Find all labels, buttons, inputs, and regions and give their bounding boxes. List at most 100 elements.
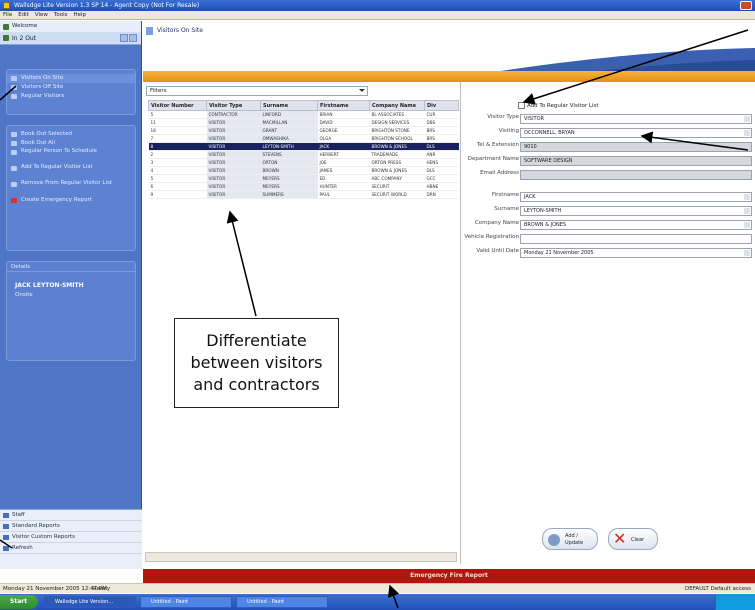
field-input[interactable]: JACK [520, 192, 752, 202]
sidebar-item-label: Welcome [12, 23, 38, 29]
table-row[interactable]: 3 VISITOR ORTON JOE ORTON PRESS HENS [148, 158, 459, 167]
table-cell: MACMILLAN [260, 118, 318, 127]
forward-button[interactable] [129, 34, 137, 42]
table-cell: GEORGE [317, 126, 370, 135]
column-header[interactable]: Firstname [317, 100, 370, 111]
start-button[interactable]: Start [0, 595, 38, 609]
sidebar-item-in-out[interactable]: In 2 Out [0, 32, 141, 45]
close-window-button[interactable] [740, 1, 752, 10]
table-cell: 5 [148, 174, 207, 183]
create-emergency-report-link[interactable]: Create Emergency Report [7, 196, 135, 205]
back-button[interactable] [120, 34, 128, 42]
horizontal-scrollbar[interactable] [145, 552, 457, 562]
form-row: Valid Until Date Monday 21 November 2005 [462, 248, 755, 258]
link-label: Visitors Off Site [21, 84, 64, 90]
column-header[interactable]: Visitor Number [148, 100, 207, 111]
table-header-row: Visitor Number Visitor Type Surname Firstna… [148, 100, 459, 111]
checkbox-box[interactable] [518, 102, 525, 109]
sidebar-item-custom-reports[interactable]: Visitor Custom Reports [0, 532, 142, 543]
table-row[interactable]: 7 VISITOR OMWASHIKA OLGA BRIGHTON SCHOOL BRS [148, 134, 459, 143]
table-cell: ABC COMPANY [369, 174, 425, 183]
table-cell: LINFORD [260, 110, 318, 119]
visitor-details-form: Add To Regular Visitor List Visitor Type… [462, 82, 755, 564]
menu-view[interactable]: View [32, 11, 51, 20]
field-value: SOFTWARE DESIGN [524, 158, 573, 164]
regular-visitor-checkbox[interactable]: Add To Regular Visitor List [518, 102, 599, 109]
menu-file[interactable]: File [0, 11, 15, 20]
checkbox-label: Add To Regular Visitor List [527, 103, 599, 109]
add-regular-visitor-link[interactable]: Add To Regular Visitor List [7, 164, 135, 180]
sidebar-item-label: In 2 Out [12, 35, 37, 42]
form-row: Vehicle Registration [462, 234, 755, 244]
table-cell: 3 [148, 158, 207, 167]
field-value: 9010 [524, 144, 537, 150]
window-title: Wallsdge Lite Version 1.3 SP 14 - Agent … [14, 2, 200, 9]
sidebar-item-welcome[interactable]: Welcome [0, 21, 141, 32]
table-cell: 4 [148, 166, 207, 175]
add-update-button[interactable]: Add / Update [542, 528, 598, 550]
button-label: Add / Update [565, 533, 584, 546]
dropdown-arrow-icon[interactable] [744, 130, 750, 136]
form-row: Firstname JACK [462, 192, 755, 202]
column-header[interactable]: Visitor Type [206, 100, 261, 111]
table-body: 5 CONTRACTOR LINFORD BRIAN BL ASSOCIATES CUR 1… [148, 110, 459, 199]
field-input[interactable]: Monday 21 November 2005 [520, 248, 752, 258]
field-label: Vehicle Registration [464, 234, 519, 240]
visitors-off-site-link[interactable]: Visitors Off Site [7, 83, 135, 92]
field-input[interactable]: SOFTWARE DESIGN [520, 156, 752, 166]
sidebar-item-standard-reports[interactable]: Standard Reports [0, 521, 142, 532]
taskbar-item-wallsdge[interactable]: Wallsdge Lite Version... [44, 596, 136, 608]
field-input[interactable]: BROWN & JONES [520, 220, 752, 230]
remove-regular-visitor-link[interactable]: Remove From Regular Visitor List [7, 180, 135, 196]
regular-person-schedule-link[interactable]: Regular Person To Schedule [7, 148, 135, 164]
dropdown-arrow-icon[interactable] [744, 116, 750, 122]
column-header[interactable]: Div [424, 100, 459, 111]
dropdown-arrow-icon[interactable] [744, 208, 750, 214]
table-row[interactable]: 4 VISITOR BROWN JAMES BROWN & JONES DLS [148, 166, 459, 175]
sidebar-item-staff[interactable]: Staff [0, 510, 142, 521]
table-row[interactable]: 9 VISITOR SUMMERS PAUL SECURIT WORLD DRN [148, 190, 459, 199]
menu-tools[interactable]: Tools [51, 11, 71, 20]
dropdown-arrow-icon[interactable] [744, 250, 750, 256]
form-row: Email Address [462, 170, 755, 180]
menu-edit[interactable]: Edit [15, 11, 32, 20]
sidebar: Welcome In 2 Out Visitors On Site Visito… [0, 21, 142, 569]
regular-visitors-link[interactable]: Regular Visitors [7, 92, 135, 101]
table-row[interactable]: 5 CONTRACTOR LINFORD BRIAN BL ASSOCIATES CUR [148, 110, 459, 119]
column-header[interactable]: Company Name [369, 100, 425, 111]
field-input[interactable] [520, 170, 752, 180]
door-icon [3, 35, 9, 41]
emergency-fire-report-bar[interactable]: Emergency Fire Report [143, 569, 755, 583]
visitors-on-site-link[interactable]: Visitors On Site [7, 74, 135, 83]
taskbar-item-paint-2[interactable]: Untitled - Paint [236, 596, 328, 608]
column-header[interactable]: Surname [260, 100, 318, 111]
table-cell: 2 [148, 150, 207, 159]
form-row: Visiting OCCONNELL, BRYAN [462, 128, 755, 138]
table-cell: PAUL [317, 190, 370, 199]
taskbar-item-paint-1[interactable]: Untitled - Paint [140, 596, 232, 608]
table-row[interactable]: 2 VISITOR STEVENS HERBERT TRADEMADE ANR [148, 150, 459, 159]
field-input[interactable]: LEYTON-SMITH [520, 206, 752, 216]
clear-button[interactable]: ✕ Clear [608, 528, 658, 550]
table-row[interactable]: 6 VISITOR MEYERS HUNTER SECURIT HBNE [148, 182, 459, 191]
sidebar-item-label: Visitor Custom Reports [12, 534, 76, 540]
dropdown-arrow-icon[interactable] [744, 194, 750, 200]
dropdown-arrow-icon[interactable] [744, 222, 750, 228]
table-row[interactable]: 5 VISITOR MEYERS ED ABC COMPANY GCC [148, 174, 459, 183]
menu-help[interactable]: Help [71, 11, 90, 20]
field-input[interactable]: 9010 [520, 142, 752, 152]
table-cell: SUMMERS [260, 190, 318, 199]
field-input[interactable]: OCCONNELL, BRYAN [520, 128, 752, 138]
book-out-all-link[interactable]: Book Out All [7, 139, 135, 148]
table-row[interactable]: 8 VISITOR LEYTON-SMITH JACK BROWN & JONES DLS [148, 142, 459, 151]
table-cell: DBS [424, 118, 459, 127]
menu-bar: File Edit View Tools Help [0, 11, 755, 20]
table-row[interactable]: 11 VISITOR MACMILLAN DAVID DESIGN SERVICES DB… [148, 118, 459, 127]
field-input[interactable] [520, 234, 752, 244]
field-input[interactable]: VISITOR [520, 114, 752, 124]
filter-dropdown[interactable]: Filters [146, 86, 368, 96]
sidebar-item-refresh[interactable]: Refresh [0, 543, 142, 554]
book-out-selected-link[interactable]: Book Out Selected [7, 130, 135, 139]
field-label: Company Name [474, 220, 519, 226]
table-row[interactable]: 18 VISITOR GRANT GEORGE BRIGHTON STONE BRS [148, 126, 459, 135]
